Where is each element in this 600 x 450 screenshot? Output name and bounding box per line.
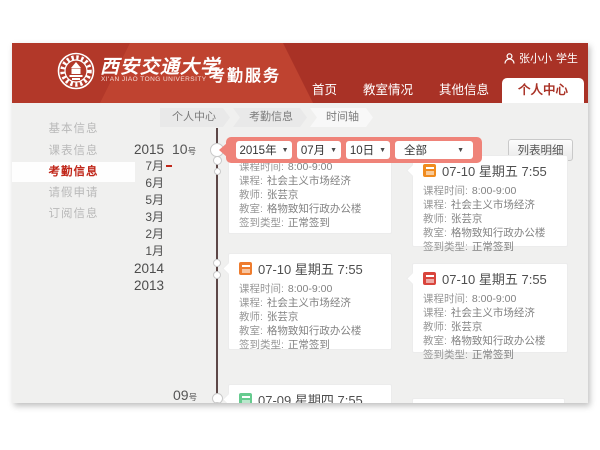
field-label: 签到类型: (423, 240, 468, 254)
field-value: 张芸京 (451, 212, 483, 226)
day-marker-09: 09号 (173, 387, 197, 403)
type-dropdown[interactable]: 全部▼ (395, 141, 473, 159)
timeline-month-feb[interactable]: 2月 (70, 226, 164, 243)
field-value: 正常签到 (288, 216, 330, 230)
nav-item-other-info[interactable]: 其他信息 (426, 78, 502, 103)
timeline-month-mar[interactable]: 3月 (70, 209, 164, 226)
chevron-down-icon: ▼ (282, 147, 289, 154)
attendance-card-partial (412, 398, 565, 403)
timeline-year-2014[interactable]: 2014 (70, 260, 164, 277)
timeline-month-jan[interactable]: 1月 (70, 243, 164, 260)
field-label: 签到类型: (423, 348, 468, 362)
calendar-status-icon (423, 272, 436, 285)
field-value: 社会主义市场经济 (451, 198, 535, 212)
timeline-year-2013[interactable]: 2013 (70, 277, 164, 294)
attendance-card: 07-10 星期五 7:55 课程时间: 8:00-9:00 课程: 社会主义市场经… (412, 263, 568, 353)
chevron-down-icon: ▼ (379, 147, 386, 154)
user-role: 学生 (556, 50, 578, 66)
field-label: 教师: (239, 310, 263, 324)
current-month-tick (166, 165, 172, 167)
sidebar-item-basic-info[interactable]: 基本信息 (12, 119, 135, 139)
nav-item-classrooms[interactable]: 教室情况 (350, 78, 426, 103)
field-value: 8:00-9:00 (472, 292, 516, 306)
university-name: 西安交通大学 (100, 52, 220, 79)
timeline-month-jul[interactable]: 7月 (70, 158, 164, 175)
timeline-month-may[interactable]: 5月 (70, 192, 164, 209)
field-value: 社会主义市场经济 (267, 174, 351, 188)
field-label: 签到类型: (239, 338, 284, 352)
timeline-node (213, 259, 221, 267)
nav-item-home[interactable]: 首页 (299, 78, 350, 103)
user-name: 张小小 (519, 50, 552, 66)
day-marker-10: 10号 (172, 141, 196, 157)
field-label: 教室: (423, 334, 447, 348)
attendance-app-window: 西安交通大学 XI'AN JIAO TONG UNIVERSITY 考勤服务 张… (12, 43, 588, 403)
calendar-status-icon (239, 262, 252, 275)
nav-item-personal-center[interactable]: 个人中心 (502, 78, 584, 103)
breadcrumb-item-personal-center[interactable]: 个人中心 (160, 108, 230, 127)
field-value: 张芸京 (267, 188, 299, 202)
timeline-node (213, 271, 221, 279)
field-label: 课程: (239, 296, 263, 310)
field-value: 格物致知行政办公楼 (267, 324, 362, 338)
breadcrumb-item-timeline[interactable]: 时间轴 (310, 108, 373, 127)
timeline-node (214, 168, 221, 175)
card-title: 07-10 星期五 7:55 (239, 261, 381, 276)
attendance-card: 07-10 星期五 7:55 课程时间: 8:00-9:00 课程: 社会主义市场经… (412, 155, 568, 247)
field-label: 教师: (423, 212, 447, 226)
month-dropdown[interactable]: 07月▼ (297, 141, 341, 159)
field-label: 课程时间: (423, 184, 468, 198)
calendar-status-icon (423, 164, 436, 177)
field-value: 社会主义市场经济 (267, 296, 351, 310)
user-icon (504, 53, 515, 64)
field-value: 格物致知行政办公楼 (451, 334, 546, 348)
attendance-card: 课程时间:8:00-9:00 课程:社会主义市场经济 教师:张芸京 教室:格物致… (228, 151, 392, 234)
breadcrumb: 个人中心 考勤信息 时间轴 (160, 108, 373, 127)
field-value: 8:00-9:00 (472, 184, 516, 198)
breadcrumb-item-attendance-info[interactable]: 考勤信息 (233, 108, 307, 127)
card-title: 07-09 星期四 7:55 (239, 392, 381, 403)
field-label: 课程时间: (423, 292, 468, 306)
field-label: 教室: (239, 324, 263, 338)
card-title: 07-10 星期五 7:55 (423, 271, 557, 286)
chevron-down-icon: ▼ (330, 147, 337, 154)
field-label: 教室: (423, 226, 447, 240)
timeline-month-jun[interactable]: 6月 (70, 175, 164, 192)
field-label: 课程: (423, 306, 447, 320)
field-label: 教师: (239, 188, 263, 202)
field-value: 正常签到 (472, 348, 514, 362)
university-emblem-icon (56, 51, 96, 91)
field-value: 张芸京 (451, 320, 483, 334)
year-dropdown[interactable]: 2015年▼ (236, 141, 292, 159)
field-value: 8:00-9:00 (288, 282, 332, 296)
field-value: 社会主义市场经济 (451, 306, 535, 320)
university-name-en: XI'AN JIAO TONG UNIVERSITY (101, 76, 207, 83)
chevron-down-icon: ▼ (457, 147, 464, 154)
field-label: 签到类型: (239, 216, 284, 230)
field-value: 张芸京 (267, 310, 299, 324)
field-label: 课程时间: (239, 282, 284, 296)
field-label: 课程: (423, 198, 447, 212)
header-bar: 西安交通大学 XI'AN JIAO TONG UNIVERSITY 考勤服务 张… (12, 43, 588, 103)
field-value: 格物致知行政办公楼 (451, 226, 546, 240)
user-chip[interactable]: 张小小 学生 (504, 50, 578, 66)
attendance-card: 07-10 星期五 7:55 课程时间: 8:00-9:00 课程: 社会主义市场经… (228, 253, 392, 350)
card-title: 07-10 星期五 7:55 (423, 163, 557, 178)
attendance-card: 07-09 星期四 7:55 课程时间:8:00-9:00 课程:社会主义市场经… (228, 384, 392, 403)
timeline-scale: 2015 7月 6月 5月 3月 2月 1月 2014 2013 (70, 141, 164, 294)
field-label: 教室: (239, 202, 263, 216)
field-value: 正常签到 (288, 338, 330, 352)
field-label: 课程: (239, 174, 263, 188)
calendar-status-icon (239, 393, 252, 403)
filter-bubble: 2015年▼ 07月▼ 10日▼ 全部▼ (226, 137, 482, 163)
service-title: 考勤服务 (209, 62, 281, 86)
nav-tabs: 首页 教室情况 其他信息 个人中心 (299, 78, 584, 103)
field-label: 教师: (423, 320, 447, 334)
timeline-node (213, 156, 222, 165)
day-dropdown[interactable]: 10日▼ (346, 141, 390, 159)
field-value: 格物致知行政办公楼 (267, 202, 362, 216)
field-value: 正常签到 (472, 240, 514, 254)
timeline-year-2015[interactable]: 2015 (70, 141, 164, 158)
